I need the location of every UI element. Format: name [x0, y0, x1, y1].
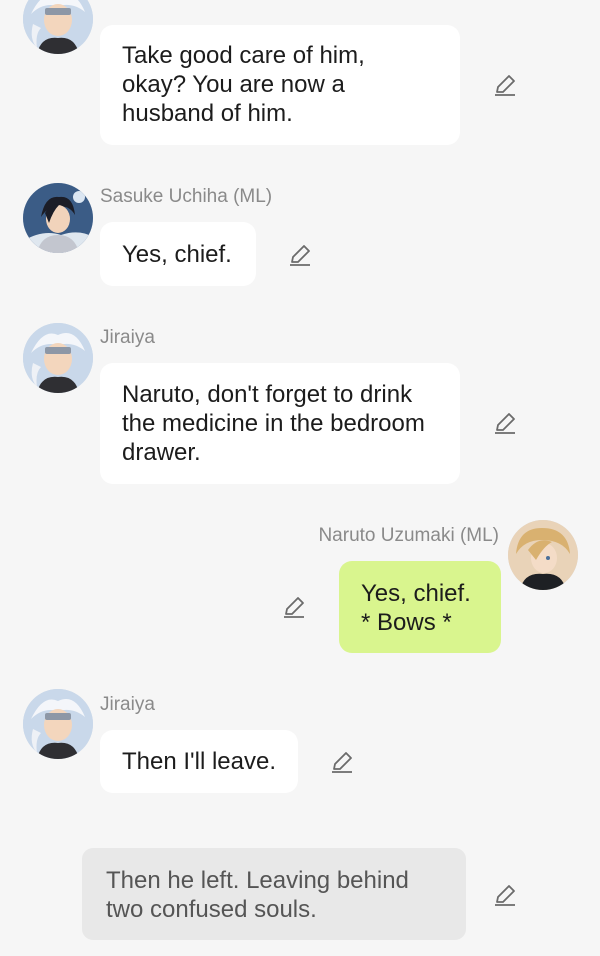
edit-message-button[interactable] [492, 882, 518, 908]
jiraiya-avatar-icon [23, 323, 93, 393]
edit-message-button[interactable] [287, 242, 313, 268]
message-line: husband of him. [122, 100, 293, 127]
pencil-edit-icon [495, 75, 515, 96]
chat-screen: Take good care of him, okay? You are now… [0, 0, 600, 956]
message-line: Yes, chief. [122, 241, 232, 268]
sasuke-avatar-icon [23, 183, 93, 253]
avatar-jiraiya[interactable] [23, 689, 93, 759]
pencil-edit-icon [284, 597, 304, 618]
sender-name: Naruto Uzumaki (ML) [318, 525, 499, 546]
edit-message-button[interactable] [492, 72, 518, 98]
message-bubble[interactable]: Naruto, don't forget to drink the medici… [100, 363, 460, 484]
message-line: drawer. [122, 439, 201, 466]
sender-name: Jiraiya [100, 694, 155, 715]
sender-name: Sasuke Uchiha (ML) [100, 186, 273, 207]
message-line: okay? You are now a [122, 71, 345, 98]
pencil-edit-icon [290, 245, 310, 266]
jiraiya-avatar-icon [23, 689, 93, 759]
message-line: the medicine in the bedroom [122, 410, 425, 437]
message-bubble[interactable]: Then I'll leave. [100, 730, 298, 793]
naruto-avatar-icon [508, 520, 578, 590]
narration-line: two confused souls. [106, 896, 317, 923]
message-bubble[interactable]: Yes, chief. [100, 222, 256, 286]
message-line: Naruto, don't forget to drink [122, 381, 413, 408]
avatar-jiraiya[interactable] [23, 0, 93, 54]
pencil-edit-icon [495, 885, 515, 906]
message-line: Then I'll leave. [122, 748, 276, 775]
pencil-edit-icon [495, 413, 515, 434]
edit-message-button[interactable] [492, 410, 518, 436]
sender-name: Jiraiya [100, 327, 155, 348]
avatar-sasuke[interactable] [23, 183, 93, 253]
message-line: Yes, chief. [361, 580, 471, 607]
edit-message-button[interactable] [281, 594, 307, 620]
message-line: Take good care of him, [122, 42, 365, 69]
narration-bubble[interactable]: Then he left. Leaving behind two confuse… [82, 848, 466, 940]
message-bubble-outgoing[interactable]: Yes, chief. * Bows * [339, 561, 501, 653]
message-line: * Bows * [361, 609, 452, 636]
avatar-naruto[interactable] [508, 520, 578, 590]
narration-line: Then he left. Leaving behind [106, 867, 409, 894]
pencil-edit-icon [332, 752, 352, 773]
avatar-jiraiya[interactable] [23, 323, 93, 393]
message-bubble[interactable]: Take good care of him, okay? You are now… [100, 25, 460, 145]
edit-message-button[interactable] [329, 749, 355, 775]
jiraiya-avatar-icon [23, 0, 93, 54]
